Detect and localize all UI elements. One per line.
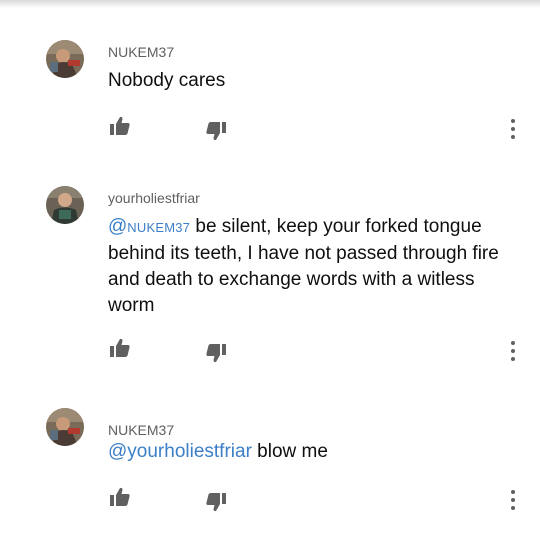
avatar[interactable]	[46, 40, 84, 78]
comment-author[interactable]: NUKEM37	[108, 422, 174, 438]
comment-body: blow me	[251, 441, 328, 462]
more-vert-icon[interactable]	[508, 117, 518, 141]
avatar[interactable]	[46, 408, 84, 446]
comment-body: Nobody cares	[108, 70, 226, 91]
more-vert-icon[interactable]	[508, 488, 518, 512]
comment-author[interactable]: NUKEM37	[108, 44, 174, 60]
avatar[interactable]	[46, 186, 84, 224]
more-vert-icon[interactable]	[508, 339, 518, 363]
comment-text: @yourholiestfriar blow me	[108, 439, 518, 465]
comment-text: @NUKEM37 be silent, keep your forked ton…	[108, 214, 518, 319]
comment-author[interactable]: yourholiestfriar	[108, 190, 200, 206]
mention-link[interactable]: @yourholiestfriar	[108, 441, 252, 462]
thumbs-down-icon[interactable]	[204, 119, 228, 143]
comment-text: Nobody cares	[108, 68, 518, 94]
mention-link[interactable]: @NUKEM37	[108, 216, 190, 237]
thumbs-down-icon[interactable]	[204, 341, 228, 365]
thumbs-up-icon[interactable]	[108, 336, 132, 360]
thumbs-up-icon[interactable]	[108, 114, 132, 138]
top-divider	[0, 0, 540, 8]
thumbs-up-icon[interactable]	[108, 485, 132, 509]
thumbs-down-icon[interactable]	[204, 490, 228, 514]
